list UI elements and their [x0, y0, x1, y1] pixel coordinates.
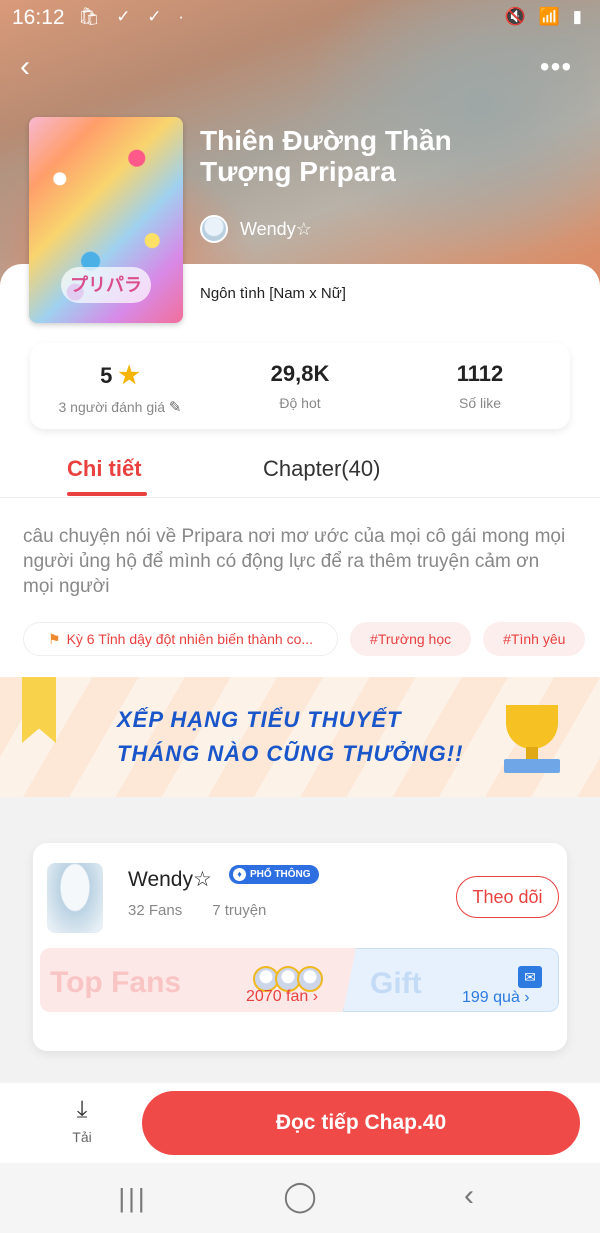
gift-icon: ✉ [518, 966, 542, 988]
gift-box[interactable]: Gift ✉ 199 quà › [343, 948, 559, 1012]
story-title: Thiên Đường Thần Tượng Pripara [200, 125, 452, 187]
bookmark-ribbon-icon [22, 677, 56, 743]
recent-apps-icon[interactable]: ||| [113, 1183, 153, 1214]
home-icon[interactable]: ◯ [280, 1179, 320, 1214]
badge-label: PHỔ THÔNG [250, 869, 311, 880]
tab-underline [67, 492, 147, 496]
trophy-cup [506, 705, 558, 749]
stat-likes: 1112 Số like [390, 343, 570, 429]
story-cover: プリパラ [29, 117, 183, 323]
tab-details[interactable]: Chi tiết [67, 456, 142, 482]
more-options-icon[interactable]: ••• [536, 52, 576, 82]
likes-value: 1112 [456, 361, 504, 386]
banner-line-1: XẾP HẠNG TIỂU THUYẾT [117, 707, 402, 732]
detail-tabs: Chi tiết Chapter(40) [0, 450, 600, 498]
tab-chapters[interactable]: Chapter(40) [263, 456, 380, 482]
top-fans-title: Top Fans [50, 966, 182, 999]
edit-icon[interactable]: ✎ [169, 399, 182, 416]
nav-back-icon[interactable]: ‹ [449, 1179, 489, 1213]
download-button[interactable]: ⤓ Tải [54, 1096, 110, 1146]
stat-rating[interactable]: 5 ★ 3 người đánh giá ✎ [30, 343, 210, 429]
notification-icons: 🛍 ✓ ✓ · [78, 7, 190, 26]
rating-label: 3 người đánh giá [58, 399, 166, 415]
status-bar: 16:12 🛍 ✓ ✓ · 🔇 📶 ▮ [0, 0, 600, 36]
status-time: 16:12 [12, 6, 65, 29]
cover-logo: プリパラ [61, 267, 151, 303]
continue-reading-button[interactable]: Đọc tiếp Chap.40 [142, 1091, 580, 1155]
event-tag[interactable]: ⚑ Kỳ 6 Tỉnh dậy đột nhiên biến thành co.… [23, 622, 339, 656]
author-card-name[interactable]: Wendy☆ [128, 867, 212, 892]
trophy-icon [492, 701, 572, 781]
stat-hot: 29,8K Độ hot [210, 343, 390, 429]
author-meta: 32 Fans 7 truyện [128, 902, 266, 919]
author-stories: 7 truyện [212, 902, 267, 919]
event-tag-label: Kỳ 6 Tỉnh dậy đột nhiên biến thành co... [66, 631, 314, 647]
author-card: Wendy☆ ♦ PHỔ THÔNG 32 Fans 7 truyện Theo… [33, 843, 567, 1051]
back-arrow-icon[interactable]: ‹ [20, 50, 50, 84]
rating-value: 5 [100, 362, 113, 388]
ranking-banner[interactable]: XẾP HẠNG TIỂU THUYẾT THÁNG NÀO CŨNG THƯỞ… [0, 677, 600, 797]
download-label: Tải [72, 1129, 92, 1145]
tag-love[interactable]: #Tình yêu [483, 622, 586, 656]
author-avatar [200, 215, 228, 243]
author-row[interactable]: Wendy☆ [200, 214, 312, 244]
system-icons: 🔇 📶 ▮ [504, 7, 586, 26]
gift-count: 199 quà › [462, 989, 530, 1006]
hot-value: 29,8K [270, 361, 330, 386]
top-fans-count: 2070 fan › [246, 988, 319, 1005]
download-icon: ⤓ [76, 1096, 88, 1123]
star-icon: ★ [118, 362, 140, 389]
likes-label: Số like [458, 395, 502, 411]
author-level-badge: ♦ PHỔ THÔNG [229, 865, 319, 884]
banner-line-2: THÁNG NÀO CŨNG THƯỞNG!! [117, 741, 464, 766]
system-nav-bar: ||| ◯ ‹ [0, 1163, 600, 1233]
gift-title: Gift [370, 967, 422, 1000]
top-fans-box[interactable]: Top Fans 2070 fan › [40, 948, 362, 1012]
flag-icon: ⚑ [48, 630, 61, 647]
author-fans: 32 Fans [128, 902, 183, 919]
story-description: câu chuyện nói về Pripara nơi mơ ước của… [23, 526, 566, 597]
stats-card: 5 ★ 3 người đánh giá ✎ 29,8K Độ hot 1112 … [30, 343, 570, 429]
tag-list: ⚑ Kỳ 6 Tỉnh dậy đột nhiên biến thành co.… [23, 622, 586, 656]
hot-label: Độ hot [279, 395, 321, 411]
author-name: Wendy☆ [240, 218, 312, 239]
story-genre: Ngôn tình [Nam x Nữ] [200, 285, 346, 302]
follow-button[interactable]: Theo dõi [456, 876, 559, 918]
trophy-base [504, 759, 560, 773]
author-card-avatar[interactable] [47, 863, 103, 933]
bottom-action-bar: ⤓ Tải Đọc tiếp Chap.40 [0, 1083, 600, 1163]
badge-icon: ♦ [233, 868, 246, 881]
tag-school[interactable]: #Trường học [350, 622, 472, 656]
